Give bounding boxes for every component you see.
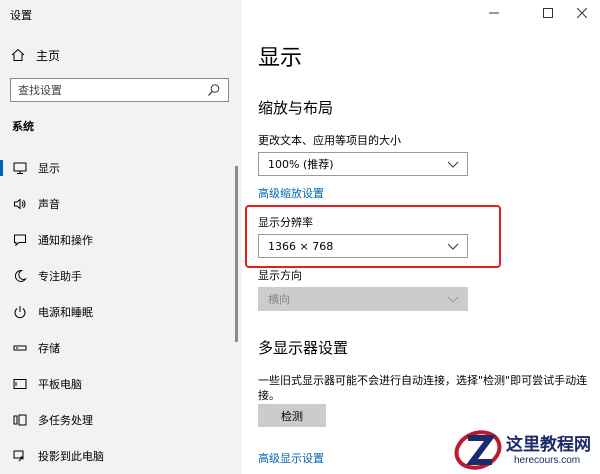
power-icon	[12, 304, 28, 320]
page-title: 显示	[258, 46, 303, 71]
sidebar-item-label: 存储	[38, 342, 60, 355]
close-icon	[577, 8, 587, 18]
sidebar: 设置 主页 系统 显示 声音 通知和操作	[0, 0, 242, 474]
home-label: 主页	[36, 48, 61, 63]
maximize-icon	[543, 8, 553, 18]
sidebar-item-label: 电源和睡眠	[38, 306, 93, 319]
chevron-down-icon	[447, 240, 459, 252]
scale-layout-heading: 缩放与布局	[258, 99, 334, 117]
sidebar-item-label: 投影到此电脑	[38, 450, 104, 463]
tablet-icon	[12, 376, 28, 392]
home-icon	[10, 47, 26, 63]
sidebar-item-label: 显示	[38, 162, 60, 175]
close-button[interactable]	[568, 4, 596, 22]
sidebar-item-label: 多任务处理	[38, 414, 93, 427]
detect-button[interactable]: 检测	[258, 404, 326, 427]
resolution-value: 1366 × 768	[268, 239, 334, 253]
maximize-button[interactable]	[534, 4, 562, 22]
sidebar-item-focus-assist[interactable]: 专注助手	[0, 258, 242, 294]
storage-icon	[12, 340, 28, 356]
text-size-label: 更改文本、应用等项目的大小	[258, 134, 401, 147]
sidebar-item-display[interactable]: 显示	[0, 150, 242, 186]
text-size-dropdown[interactable]: 100% (推荐)	[258, 152, 468, 176]
sidebar-item-storage[interactable]: 存储	[0, 330, 242, 366]
minimize-button[interactable]	[480, 4, 508, 22]
sidebar-item-label: 声音	[38, 198, 60, 211]
window-title: 设置	[10, 9, 32, 22]
sidebar-item-label: 平板电脑	[38, 378, 82, 391]
advanced-scaling-link[interactable]: 高级缩放设置	[258, 185, 324, 201]
watermark-logo	[454, 430, 502, 470]
sidebar-item-sound[interactable]: 声音	[0, 186, 242, 222]
speaker-icon	[12, 196, 28, 212]
search-box[interactable]	[10, 78, 229, 102]
sidebar-nav: 显示 声音 通知和操作 专注助手 电源和睡眠 存储 平板电脑 多任务处理 投影到…	[0, 150, 242, 474]
monitor-icon	[12, 160, 28, 176]
watermark-url: herecours.com	[514, 455, 581, 466]
advanced-display-link[interactable]: 高级显示设置	[258, 450, 324, 466]
moon-icon	[12, 268, 28, 284]
sidebar-item-tablet[interactable]: 平板电脑	[0, 366, 242, 402]
watermark: 这里教程网 herecours.com	[452, 424, 600, 474]
section-label-system: 系统	[12, 120, 34, 133]
sidebar-item-label: 通知和操作	[38, 234, 93, 247]
text-size-value: 100% (推荐)	[268, 158, 334, 171]
home-nav-item[interactable]: 主页	[10, 46, 60, 64]
multi-display-description: 一些旧式显示器可能不会进行自动连接，选择"检测"即可尝试手动连接。	[258, 374, 588, 402]
sidebar-item-power[interactable]: 电源和睡眠	[0, 294, 242, 330]
sidebar-item-project-to-pc[interactable]: 投影到此电脑	[0, 438, 242, 474]
search-icon[interactable]	[207, 83, 221, 97]
orientation-value: 横向	[268, 293, 290, 306]
sidebar-item-label: 专注助手	[38, 270, 82, 283]
resolution-dropdown[interactable]: 1366 × 768	[258, 234, 468, 258]
watermark-name: 这里教程网	[506, 435, 591, 455]
resolution-label: 显示分辨率	[258, 216, 313, 229]
notification-icon	[12, 232, 28, 248]
multi-display-heading: 多显示器设置	[258, 339, 349, 357]
chevron-down-icon	[447, 158, 459, 170]
project-icon	[12, 448, 28, 464]
main-panel: 显示 缩放与布局 更改文本、应用等项目的大小 100% (推荐) 高级缩放设置 …	[242, 0, 600, 474]
sidebar-scrollbar[interactable]	[235, 166, 238, 342]
orientation-label: 显示方向	[258, 269, 302, 282]
multitask-icon	[12, 412, 28, 428]
orientation-dropdown[interactable]: 横向	[258, 287, 468, 311]
sidebar-item-notifications[interactable]: 通知和操作	[0, 222, 242, 258]
search-input[interactable]	[18, 83, 203, 97]
chevron-down-icon	[447, 293, 459, 305]
sidebar-item-multitasking[interactable]: 多任务处理	[0, 402, 242, 438]
minimize-icon	[489, 12, 499, 14]
